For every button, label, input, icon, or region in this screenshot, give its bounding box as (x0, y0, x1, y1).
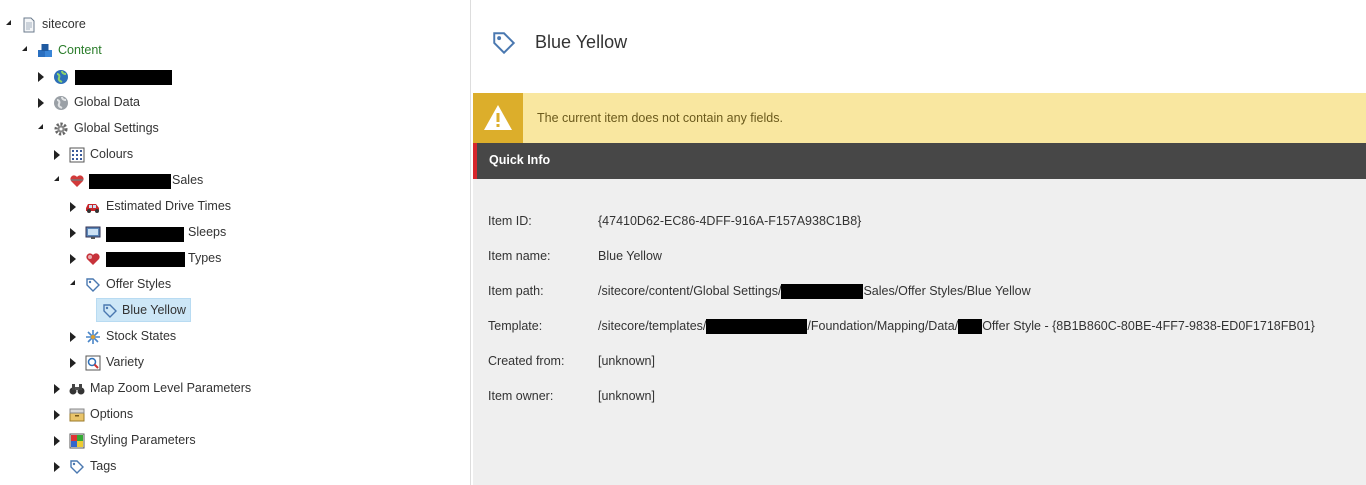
tree-item-stock-states[interactable]: Stock States (106, 325, 176, 347)
tree-item-sales[interactable]: Sales (172, 169, 203, 191)
tag-icon (103, 304, 117, 318)
document-icon (23, 17, 35, 33)
tree-item-sitecore[interactable]: sitecore (42, 13, 86, 35)
item-name-value[interactable]: Blue Yellow (598, 249, 662, 263)
binoculars-icon (69, 384, 85, 395)
expand-toggle-global-data[interactable] (38, 98, 44, 108)
item-detail-panel: Blue Yellow The current item does not co… (471, 0, 1366, 485)
tree-item-sleeps[interactable]: Sleeps (188, 221, 226, 243)
item-path-label: Item path: (488, 284, 544, 298)
template-suffix: Offer Style - {8B1B860C-80BE-4FF7-9838-E… (982, 319, 1315, 333)
item-path-value[interactable]: /sitecore/content/Global Settings/Sales/… (598, 284, 1031, 300)
tree-item-estimated-drive-times[interactable]: Estimated Drive Times (106, 195, 231, 217)
item-name-label: Item name: (488, 249, 551, 263)
expand-toggle-content[interactable] (22, 46, 27, 51)
redacted-types-prefix[interactable] (106, 252, 185, 267)
item-path-suffix: Sales/Offer Styles/Blue Yellow (863, 284, 1031, 298)
tree-item-map-zoom-level-parameters[interactable]: Map Zoom Level Parameters (90, 377, 251, 399)
tree-item-global-settings[interactable]: Global Settings (74, 117, 159, 139)
item-header: Blue Yellow (471, 0, 1366, 88)
expand-toggle-site[interactable] (38, 72, 44, 82)
variety-icon (85, 355, 101, 371)
template-prefix: /sitecore/templates/ (598, 319, 707, 333)
tree-item-offer-styles[interactable]: Offer Styles (106, 273, 171, 295)
tag-icon (86, 278, 100, 292)
gear-icon (54, 122, 68, 136)
options-drawer-icon (69, 408, 85, 422)
tree-item-options[interactable]: Options (90, 403, 133, 425)
created-from-value[interactable]: [unknown] (598, 354, 655, 368)
tree-item-global-data[interactable]: Global Data (74, 91, 140, 113)
item-owner-value[interactable]: [unknown] (598, 389, 655, 403)
tree-item-variety[interactable]: Variety (106, 351, 144, 373)
stock-states-icon (86, 330, 100, 344)
tree-item-colours[interactable]: Colours (90, 143, 133, 165)
tree-item-content[interactable]: Content (58, 39, 102, 61)
expand-toggle-options[interactable] (54, 410, 60, 420)
expand-toggle-offer-styles[interactable] (70, 280, 75, 285)
tag-icon (493, 32, 516, 55)
template-middle: /Foundation/Mapping/Data/ (807, 319, 959, 333)
color-grid-icon (69, 147, 85, 163)
expand-toggle-global-settings[interactable] (38, 124, 43, 129)
tree-item-styling-parameters[interactable]: Styling Parameters (90, 429, 196, 451)
redacted-template-segment (706, 319, 808, 335)
item-owner-label: Item owner: (488, 389, 554, 403)
tree-item-tags[interactable]: Tags (90, 455, 116, 477)
globe-icon (54, 70, 68, 84)
sales-heart-icon (70, 175, 84, 187)
expand-toggle-sleeps[interactable] (70, 228, 76, 238)
redacted-site-name[interactable] (75, 70, 172, 85)
tag-icon (70, 460, 84, 474)
expand-toggle-estimated-drive-times[interactable] (70, 202, 76, 212)
item-path-prefix: /sitecore/content/Global Settings/ (598, 284, 782, 298)
quick-info-header[interactable]: Quick Info (473, 143, 1366, 179)
grey-globe-icon (54, 96, 68, 110)
template-value[interactable]: /sitecore/templates/ /Foundation/Mapping/… (598, 319, 1315, 335)
created-from-label: Created from: (488, 354, 565, 368)
warning-icon-box (473, 93, 523, 143)
item-id-value[interactable]: {47410D62-EC86-4DFF-916A-F157A938C1B8} (598, 214, 861, 228)
redacted-path-segment (781, 284, 864, 300)
expand-toggle-types[interactable] (70, 254, 76, 264)
item-title: Blue Yellow (535, 32, 628, 52)
expand-toggle-sales[interactable] (54, 176, 59, 181)
tree-item-types[interactable]: Types (188, 247, 221, 269)
quick-info-title: Quick Info (489, 153, 551, 167)
expand-toggle-colours[interactable] (54, 150, 60, 160)
car-icon (86, 204, 99, 213)
styling-palette-icon (69, 433, 85, 449)
redacted-template-name (958, 319, 983, 335)
content-cubes-icon (38, 44, 52, 57)
expand-toggle-stock-states[interactable] (70, 332, 76, 342)
tree-item-blue-yellow[interactable]: Blue Yellow (122, 299, 186, 321)
expand-toggle-tags[interactable] (54, 462, 60, 472)
expand-toggle-styling-parameters[interactable] (54, 436, 60, 446)
expand-toggle-variety[interactable] (70, 358, 76, 368)
content-tree: sitecore Content Global Data Global Sett… (0, 0, 471, 485)
item-id-label: Item ID: (488, 214, 532, 228)
types-icon (86, 253, 100, 265)
template-label: Template: (488, 319, 543, 333)
warning-banner: The current item does not contain any fi… (473, 93, 1366, 143)
quick-info-body: Item ID: {47410D62-EC86-4DFF-916A-F157A9… (473, 179, 1366, 485)
redacted-sleeps-prefix[interactable] (106, 227, 184, 242)
monitor-icon (85, 226, 101, 239)
redacted-sales-prefix[interactable] (89, 174, 171, 189)
expand-toggle-map-zoom[interactable] (54, 384, 60, 394)
warning-icon (484, 105, 512, 130)
expand-toggle-sitecore[interactable] (6, 20, 11, 25)
warning-text: The current item does not contain any fi… (537, 111, 783, 125)
